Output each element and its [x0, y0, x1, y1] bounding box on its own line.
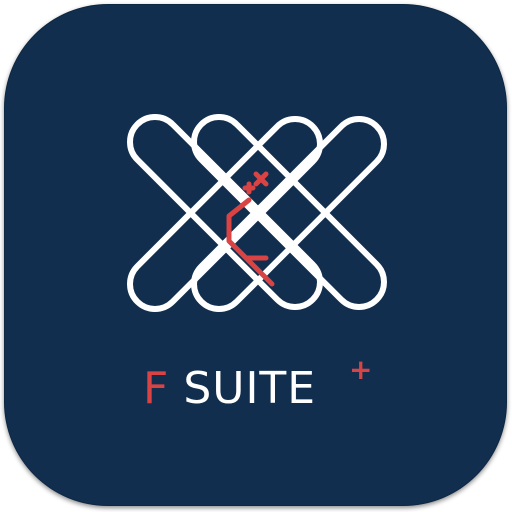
- app-icon[interactable]: F SUITE +: [4, 4, 507, 506]
- wordmark-plus: +: [349, 353, 374, 386]
- app-wordmark: F SUITE +: [143, 356, 372, 414]
- wordmark-suite: SUITE: [183, 363, 317, 414]
- logo-bar-diagonal-down-right: [190, 113, 388, 311]
- logo-plus-mark: [242, 171, 269, 195]
- logo-bar-diagonal-up-right: [190, 115, 388, 313]
- logo-bar-diagonal-down-left: [126, 113, 324, 311]
- wordmark-letter-f: F: [143, 363, 170, 414]
- logo-bar-diagonal-up-left: [126, 115, 324, 313]
- f-suite-logo-icon: [126, 113, 388, 313]
